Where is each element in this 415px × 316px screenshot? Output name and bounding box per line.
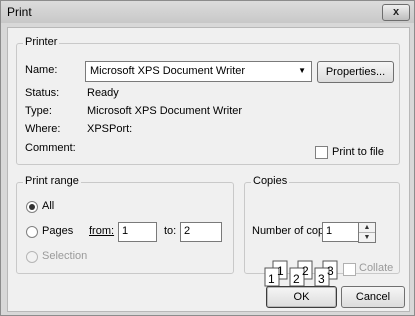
collate-digit: 1	[277, 264, 284, 278]
cancel-button[interactable]: Cancel	[341, 286, 405, 308]
from-label: from:	[89, 225, 115, 237]
from-value: 1	[122, 225, 129, 237]
to-input[interactable]: 2	[180, 222, 222, 242]
all-radio[interactable]	[26, 201, 38, 213]
where-value: XPSPort:	[87, 123, 133, 135]
collate-digit: 2	[293, 272, 300, 286]
close-button[interactable]: x	[382, 4, 410, 21]
ok-button[interactable]: OK	[266, 286, 337, 308]
from-input[interactable]: 1	[118, 222, 157, 242]
title-bar[interactable]: Print x	[1, 1, 414, 23]
status-label: Status:	[25, 87, 60, 99]
number-of-copies-input[interactable]: 1	[322, 222, 360, 242]
print-to-file-label[interactable]: Print to file	[332, 146, 384, 158]
all-label[interactable]: All	[42, 200, 54, 212]
window-title: Print	[7, 5, 32, 19]
type-label: Type:	[25, 105, 52, 117]
status-value: Ready	[87, 87, 119, 99]
print-dialog: Print x Printer Name: Microsoft XPS Docu…	[0, 0, 415, 316]
printer-name-select[interactable]: Microsoft XPS Document Writer ▼	[85, 61, 312, 82]
properties-button[interactable]: Properties...	[317, 61, 394, 83]
dialog-body: Printer Name: Microsoft XPS Document Wri…	[7, 27, 410, 312]
spin-down-icon[interactable]: ▼	[359, 232, 375, 242]
print-range-group-label: Print range	[23, 175, 81, 187]
pages-radio[interactable]	[26, 226, 38, 238]
collate-digit: 3	[327, 264, 334, 278]
printer-group-label: Printer	[23, 36, 60, 48]
selection-label[interactable]: Selection	[42, 250, 87, 262]
collate-checkbox[interactable]	[343, 263, 356, 276]
pages-label[interactable]: Pages	[42, 225, 73, 237]
to-value: 2	[184, 225, 191, 237]
chevron-down-icon: ▼	[298, 66, 306, 75]
number-of-copies-value: 1	[326, 225, 333, 237]
to-label: to:	[164, 225, 177, 237]
type-value: Microsoft XPS Document Writer	[87, 105, 243, 117]
where-label: Where:	[25, 123, 61, 135]
copies-spinner[interactable]: ▲ ▼	[358, 222, 376, 243]
collate-digit: 1	[268, 272, 275, 286]
copies-group-label: Copies	[251, 175, 290, 187]
radio-selected-dot	[29, 204, 35, 210]
printer-name-value: Microsoft XPS Document Writer	[90, 65, 246, 77]
print-to-file-checkbox[interactable]	[315, 146, 328, 159]
collate-label[interactable]: Collate	[359, 262, 393, 274]
name-label: Name:	[25, 64, 58, 76]
spin-up-icon[interactable]: ▲	[359, 223, 375, 232]
collate-digit: 2	[302, 264, 309, 278]
comment-label: Comment:	[25, 142, 76, 154]
collate-digit: 3	[318, 272, 325, 286]
selection-radio[interactable]	[26, 251, 38, 263]
